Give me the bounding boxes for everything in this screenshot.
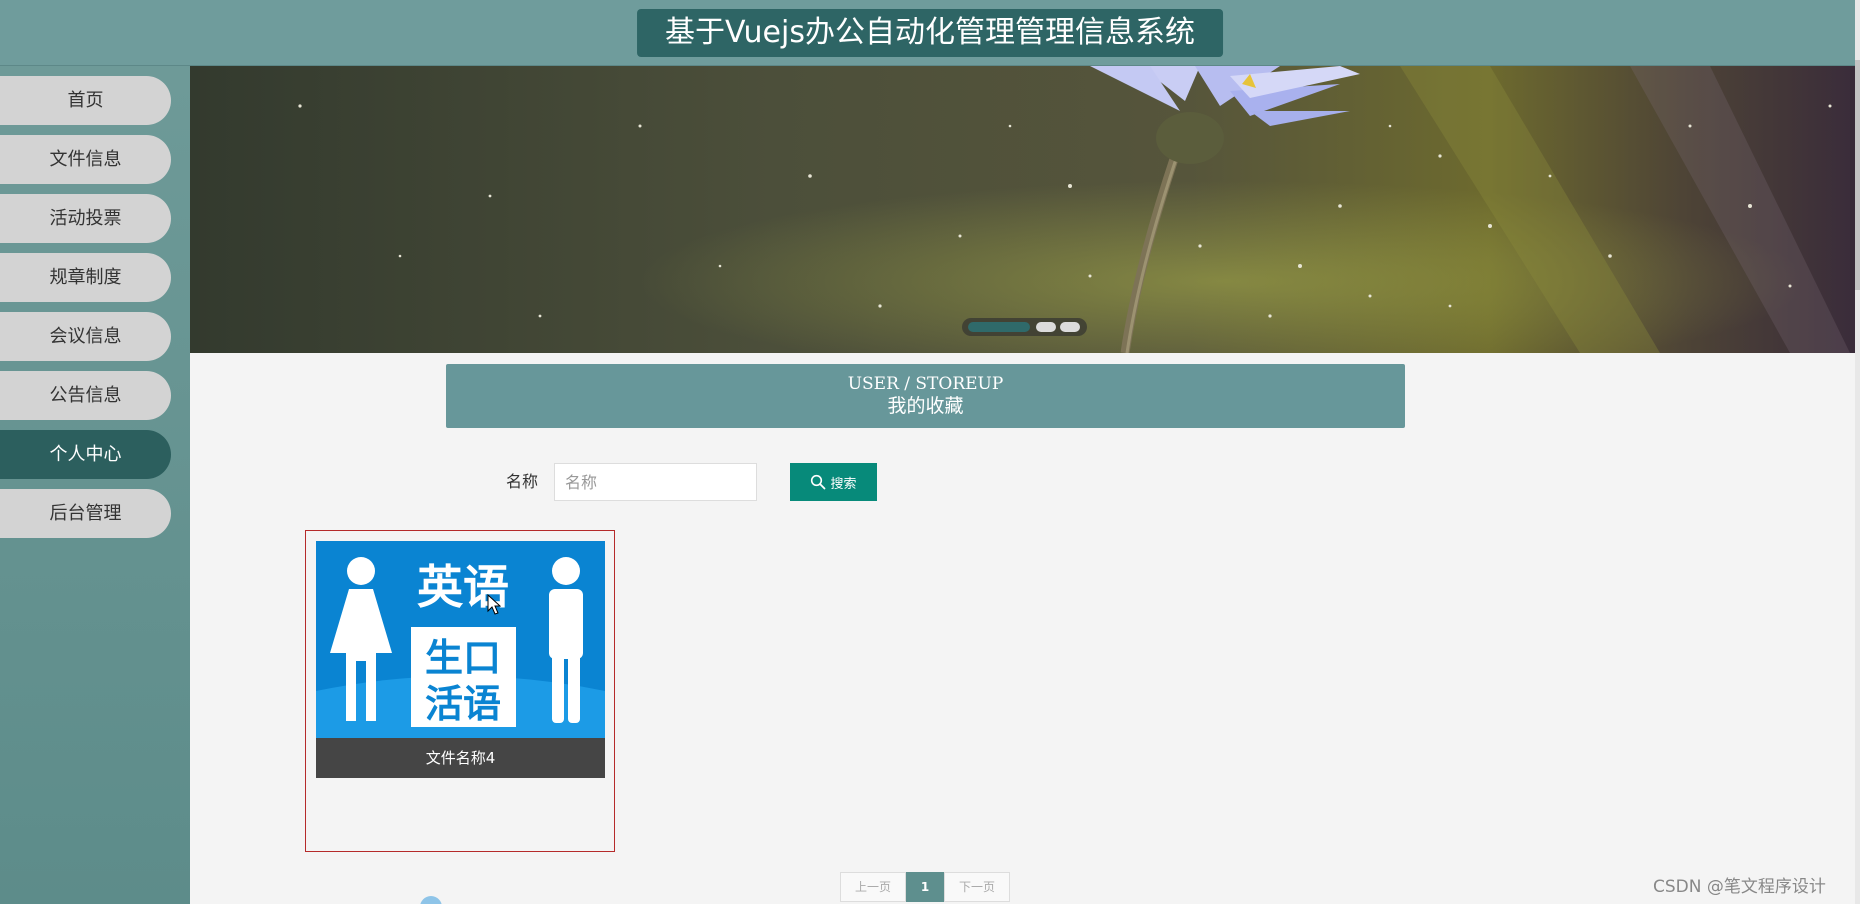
carousel-dot-active	[968, 322, 1030, 332]
section-title-en: USER / STOREUP	[847, 374, 1004, 394]
search-button-label: 搜索	[830, 476, 857, 492]
sidebar-item-announcements[interactable]: 公告信息	[0, 371, 171, 420]
favorite-card[interactable]: 英语 生口 活语 文件名称4	[305, 530, 615, 852]
sidebar-item-meetings[interactable]: 会议信息	[0, 312, 171, 361]
card-image-text-3: 活语	[425, 682, 501, 726]
search-icon	[811, 474, 826, 490]
search-label: 名称	[506, 472, 539, 491]
carousel-indicators	[962, 318, 1087, 336]
sidebar-item-home[interactable]: 首页	[0, 76, 171, 125]
sidebar-item-personal-center[interactable]: 个人中心	[0, 430, 171, 479]
sidebar-item-admin[interactable]: 后台管理	[0, 489, 171, 538]
banner-flower-image	[190, 66, 1855, 353]
sidebar-item-regulations[interactable]: 规章制度	[0, 253, 171, 302]
watermark-text: CSDN @笔文程序设计	[1653, 877, 1826, 897]
top-header: 基于Vuejs办公自动化管理管理信息系统	[0, 0, 1860, 66]
mouse-pointer-icon	[487, 594, 501, 615]
floating-widget-edge[interactable]	[420, 896, 442, 904]
section-title-cn: 我的收藏	[887, 395, 964, 417]
app-title: 基于Vuejs办公自动化管理管理信息系统	[637, 9, 1223, 57]
pagination: 上一页 1 下一页	[840, 872, 1010, 902]
card-image-text-2: 生口	[425, 636, 501, 680]
banner-carousel[interactable]	[190, 66, 1855, 353]
search-input[interactable]	[554, 463, 757, 501]
carousel-dot	[1036, 322, 1056, 332]
sidebar-item-files[interactable]: 文件信息	[0, 135, 171, 184]
sidebar-item-voting[interactable]: 活动投票	[0, 194, 171, 243]
prev-page-button[interactable]: 上一页	[840, 872, 906, 902]
carousel-dot	[1060, 322, 1080, 332]
card-thumbnail-image: 英语 生口 活语	[316, 541, 605, 738]
search-button[interactable]: 搜索	[790, 463, 877, 501]
page-scrollbar[interactable]	[1855, 0, 1860, 904]
page-number-current[interactable]: 1	[906, 872, 944, 902]
scrollbar-thumb[interactable]	[1855, 60, 1860, 290]
card-thumbnail[interactable]: 英语 生口 活语	[316, 541, 605, 738]
card-title[interactable]: 文件名称4	[316, 738, 605, 778]
sidebar-nav: 首页 文件信息 活动投票 规章制度 会议信息 公告信息 个人中心 后台管理	[0, 66, 190, 904]
section-title: USER / STOREUP 我的收藏	[446, 364, 1405, 428]
next-page-button[interactable]: 下一页	[944, 872, 1010, 902]
